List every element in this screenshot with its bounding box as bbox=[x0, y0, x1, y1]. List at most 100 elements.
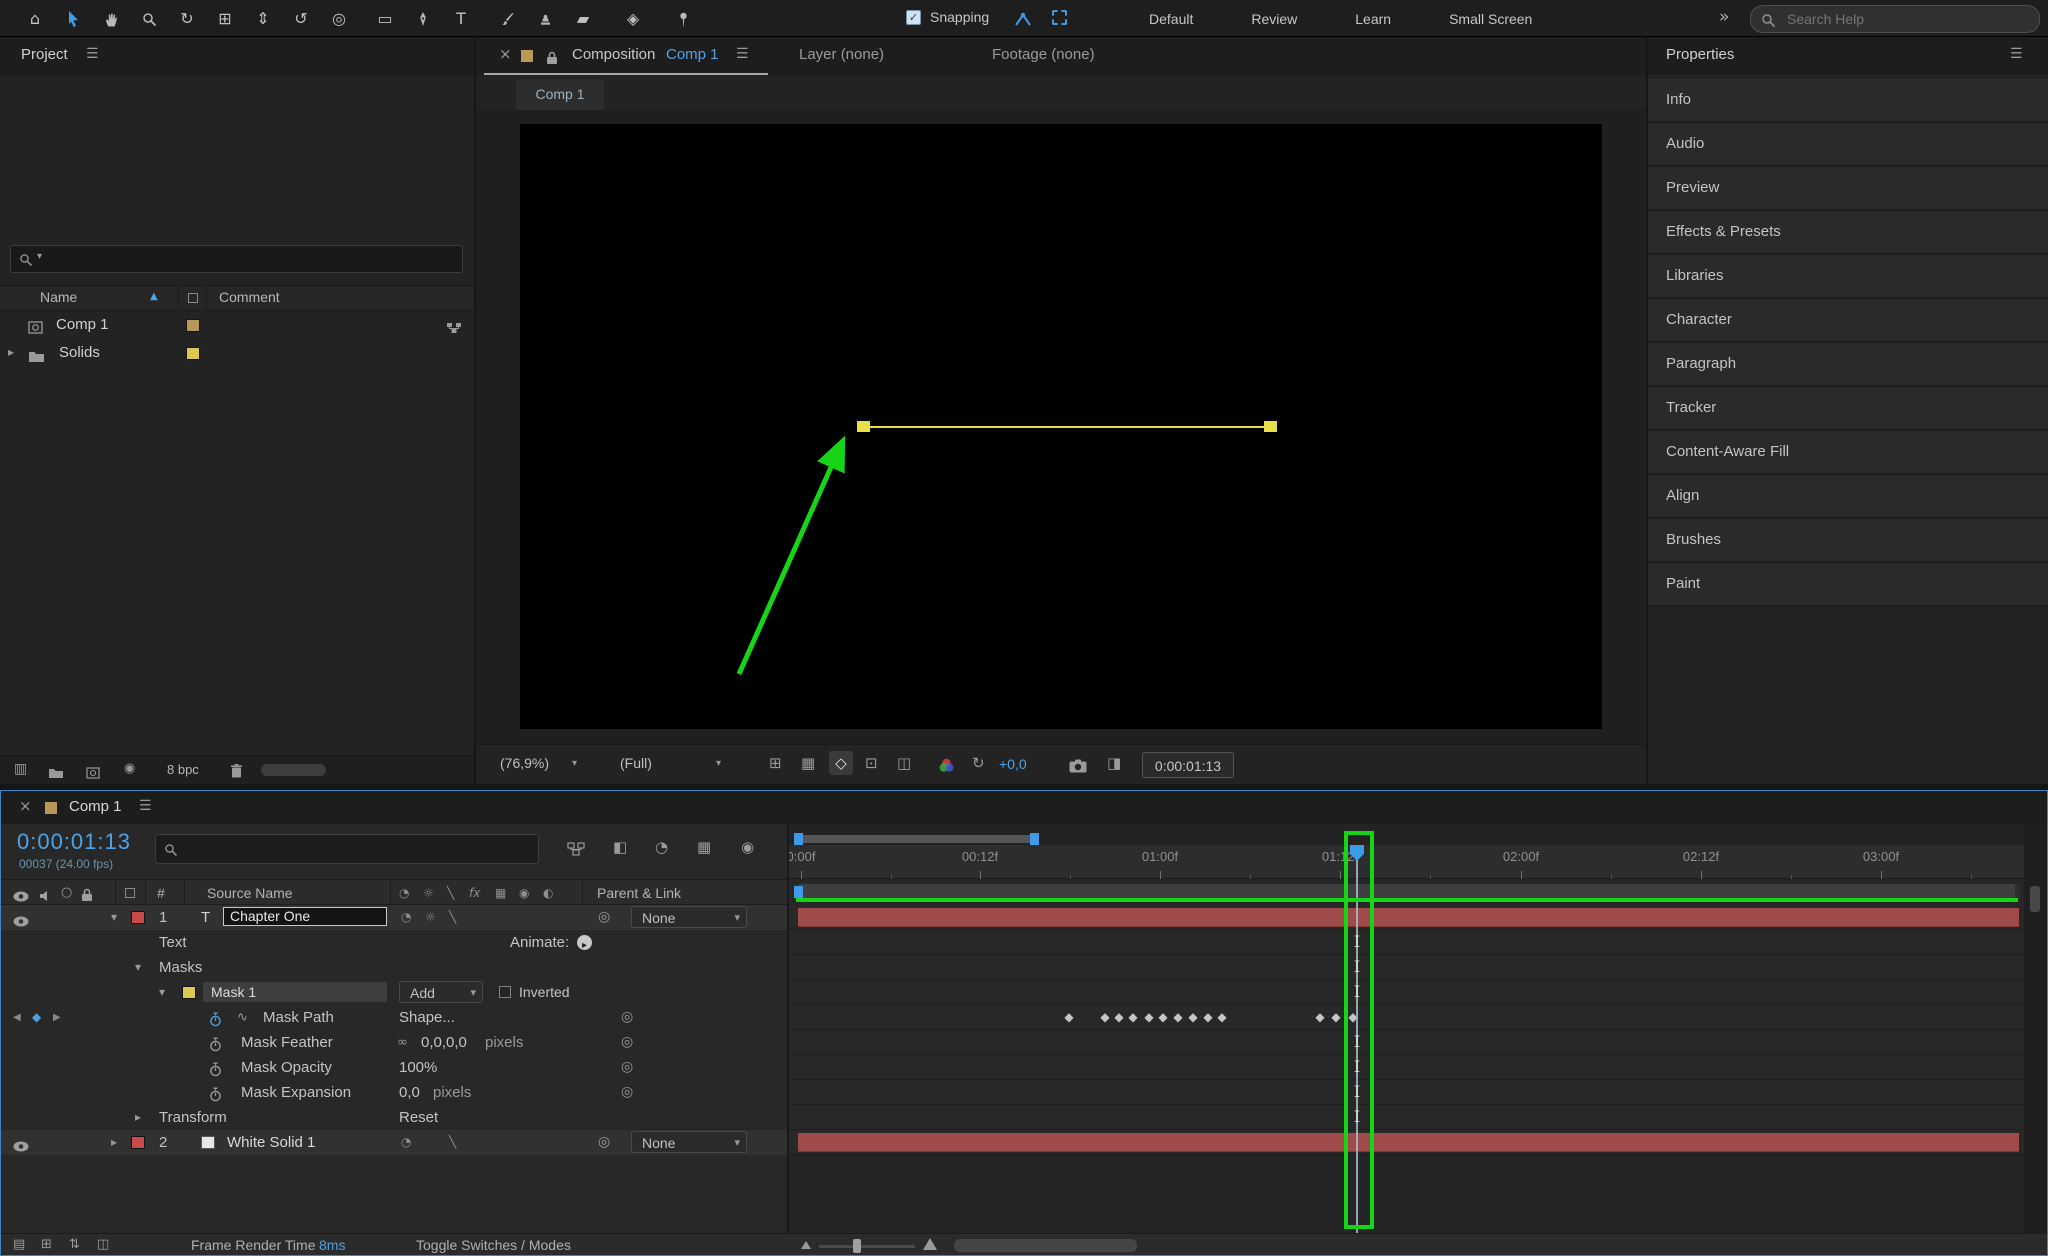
timeline-panel-menu-icon[interactable]: ☰ bbox=[139, 798, 152, 814]
switch-motion-blur-icon[interactable]: ◉ bbox=[519, 880, 529, 906]
mask-1-row[interactable]: ▾ Mask 1 Add ▾ Inverted bbox=[1, 980, 789, 1005]
close-panel-icon[interactable]: × bbox=[499, 45, 512, 63]
properties-item-paragraph[interactable]: Paragraph bbox=[1648, 343, 2048, 387]
sort-ascending-icon[interactable]: ▲ bbox=[150, 291, 158, 302]
keyframe-diamond[interactable]: ◆ bbox=[1128, 1010, 1137, 1024]
properties-item-brushes[interactable]: Brushes bbox=[1648, 519, 2048, 563]
resolution-caret-icon[interactable]: ▾ bbox=[716, 758, 721, 769]
project-item-solids[interactable]: ▸ Solids bbox=[0, 339, 474, 367]
mask-opacity-label[interactable]: Mask Opacity bbox=[241, 1055, 332, 1080]
motion-blur-icon[interactable]: ◉ bbox=[741, 838, 754, 856]
layer-expand-icon[interactable]: ▾ bbox=[111, 905, 117, 930]
transform-group-row[interactable]: ▸ Transform Reset bbox=[1, 1105, 789, 1130]
keyframe-diamond[interactable]: ◆ bbox=[1114, 1010, 1123, 1024]
project-tab-label[interactable]: Project bbox=[21, 46, 68, 63]
audio-column-icon[interactable] bbox=[39, 887, 51, 904]
footage-tab-label[interactable]: Footage (none) bbox=[992, 46, 1095, 63]
layer-row-2[interactable]: ▸ 2 White Solid 1 ◔ ╲ ◎ None ▾ bbox=[1, 1130, 789, 1155]
mask-vertex-handle-left[interactable] bbox=[857, 421, 870, 432]
type-tool-icon[interactable]: T bbox=[450, 0, 472, 37]
project-item-name[interactable]: Solids bbox=[59, 344, 100, 361]
properties-item-effects-presets[interactable]: Effects & Presets bbox=[1648, 211, 2048, 255]
masks-group-row[interactable]: ▾ Masks bbox=[1, 955, 789, 980]
mask-opacity-value[interactable]: 100% bbox=[399, 1055, 437, 1080]
snapping-label[interactable]: Snapping bbox=[930, 9, 989, 25]
adjust-levels-icon[interactable]: ◉ bbox=[124, 761, 135, 776]
horizontal-scrollbar-thumb[interactable] bbox=[954, 1239, 1137, 1252]
footer-scrollbar-thumb[interactable] bbox=[261, 764, 326, 776]
mask-path-label[interactable]: Mask Path bbox=[263, 1005, 334, 1030]
mask-mode-dropdown[interactable]: Add ▾ bbox=[399, 981, 483, 1003]
switch-fx-icon[interactable]: fx bbox=[469, 880, 480, 906]
zoom-in-icon[interactable] bbox=[923, 1238, 937, 1250]
preview-time-display[interactable]: 0:00:01:13 bbox=[1142, 752, 1234, 778]
layer-visibility-eye-icon[interactable] bbox=[13, 912, 29, 929]
parent-pickwhip-icon[interactable]: ◎ bbox=[598, 905, 610, 930]
mask-color-chip[interactable] bbox=[182, 986, 196, 999]
parent-dropdown[interactable]: None ▾ bbox=[631, 906, 747, 928]
masks-group-label[interactable]: Masks bbox=[159, 955, 202, 980]
layer-row-1[interactable]: ▾ 1 T Chapter One ◔ ☼ ╲ ◎ None ▾ bbox=[1, 905, 789, 930]
layer-name[interactable]: White Solid 1 bbox=[227, 1130, 315, 1155]
pen-tool-icon[interactable] bbox=[412, 0, 434, 37]
timeline-track-area[interactable]: 0:00f 00:12f 01:00f 01:12f 02:00f 02:12f 03:00… bbox=[789, 824, 2024, 1233]
mask-expansion-value[interactable]: 0,0 bbox=[399, 1080, 420, 1105]
region-of-interest-icon[interactable]: ⊡ bbox=[865, 754, 878, 772]
show-snapshot-icon[interactable]: ◨ bbox=[1107, 754, 1121, 772]
channel-color-icon[interactable] bbox=[938, 756, 955, 774]
expand-switches-pane-icon[interactable]: ▤ bbox=[13, 1237, 25, 1252]
expand-inout-pane-icon[interactable]: ⇅ bbox=[69, 1237, 80, 1252]
snapshot-camera-icon[interactable] bbox=[1069, 757, 1087, 774]
zoom-tool-icon[interactable] bbox=[138, 0, 160, 37]
label-color-chip[interactable] bbox=[186, 319, 200, 332]
properties-item-info[interactable]: Info bbox=[1648, 79, 2048, 123]
project-search-box[interactable]: ▾ bbox=[10, 245, 463, 273]
hand-tool-icon[interactable] bbox=[100, 0, 122, 37]
keyframe-diamond[interactable]: ◆ bbox=[1315, 1010, 1324, 1024]
layer-tab-label[interactable]: Layer (none) bbox=[799, 46, 884, 63]
workspace-tab-small-screen[interactable]: Small Screen bbox=[1449, 11, 1532, 27]
puppet-pin-tool-icon[interactable] bbox=[672, 0, 694, 37]
column-comment-label[interactable]: Comment bbox=[219, 289, 280, 305]
keyframe-diamond[interactable]: ◆ bbox=[1144, 1010, 1153, 1024]
mask-inverted-label[interactable]: Inverted bbox=[519, 980, 570, 1005]
timeline-zoom-slider-thumb[interactable] bbox=[853, 1239, 861, 1253]
mask-opacity-row[interactable]: Mask Opacity 100% ◎ bbox=[1, 1055, 789, 1080]
properties-tab-label[interactable]: Properties bbox=[1666, 46, 1734, 63]
layer-color-chip[interactable] bbox=[131, 911, 145, 924]
project-bit-depth[interactable]: 8 bpc bbox=[167, 762, 199, 777]
new-composition-icon[interactable] bbox=[86, 764, 100, 781]
layer-shy-icon[interactable]: ◔ bbox=[401, 905, 411, 930]
composition-tab-name[interactable]: Comp 1 bbox=[666, 46, 719, 63]
keyframe-diamond[interactable]: ◆ bbox=[1188, 1010, 1197, 1024]
fast-previews-icon[interactable]: ⊞ bbox=[769, 754, 782, 772]
magnification-dropdown[interactable]: (76,9%) bbox=[500, 755, 549, 771]
solo-column-icon[interactable]: ○ bbox=[61, 882, 72, 904]
layer-visibility-eye-icon[interactable] bbox=[13, 1137, 29, 1154]
properties-item-audio[interactable]: Audio bbox=[1648, 123, 2048, 167]
property-pickwhip-icon[interactable]: ◎ bbox=[621, 1080, 633, 1105]
stopwatch-icon[interactable] bbox=[209, 1010, 222, 1027]
keyframe-diamond[interactable]: ◆ bbox=[1217, 1010, 1226, 1024]
workspace-tab-learn[interactable]: Learn bbox=[1355, 11, 1391, 27]
magnification-caret-icon[interactable]: ▾ bbox=[572, 758, 577, 769]
composition-canvas[interactable] bbox=[520, 124, 1602, 729]
mask-feather-value[interactable]: 0,0,0,0 bbox=[421, 1030, 467, 1055]
help-search-input[interactable] bbox=[1785, 8, 2029, 30]
timeline-search-box[interactable] bbox=[155, 834, 539, 864]
layer-name-edit-box[interactable]: Chapter One bbox=[223, 907, 387, 926]
project-search-input[interactable] bbox=[57, 248, 441, 270]
mask-expand-icon[interactable]: ▾ bbox=[159, 980, 165, 1005]
close-panel-icon[interactable]: × bbox=[19, 797, 32, 815]
keyframe-at-time-icon[interactable]: ◆ bbox=[32, 1005, 41, 1030]
switch-draft-icon[interactable]: ╲ bbox=[447, 880, 454, 906]
selection-tool-icon[interactable] bbox=[62, 0, 84, 37]
column-label-icon[interactable] bbox=[188, 293, 198, 303]
viewer-panel-menu-icon[interactable]: ☰ bbox=[736, 46, 749, 62]
parent-pickwhip-icon[interactable]: ◎ bbox=[598, 1130, 610, 1155]
interpret-footage-icon[interactable]: ▥ bbox=[14, 761, 27, 777]
property-pickwhip-icon[interactable]: ◎ bbox=[621, 1005, 633, 1030]
layer-draft-icon[interactable]: ╲ bbox=[449, 905, 456, 930]
folder-expand-icon[interactable]: ▸ bbox=[8, 345, 14, 359]
text-group-label[interactable]: Text bbox=[159, 930, 187, 955]
